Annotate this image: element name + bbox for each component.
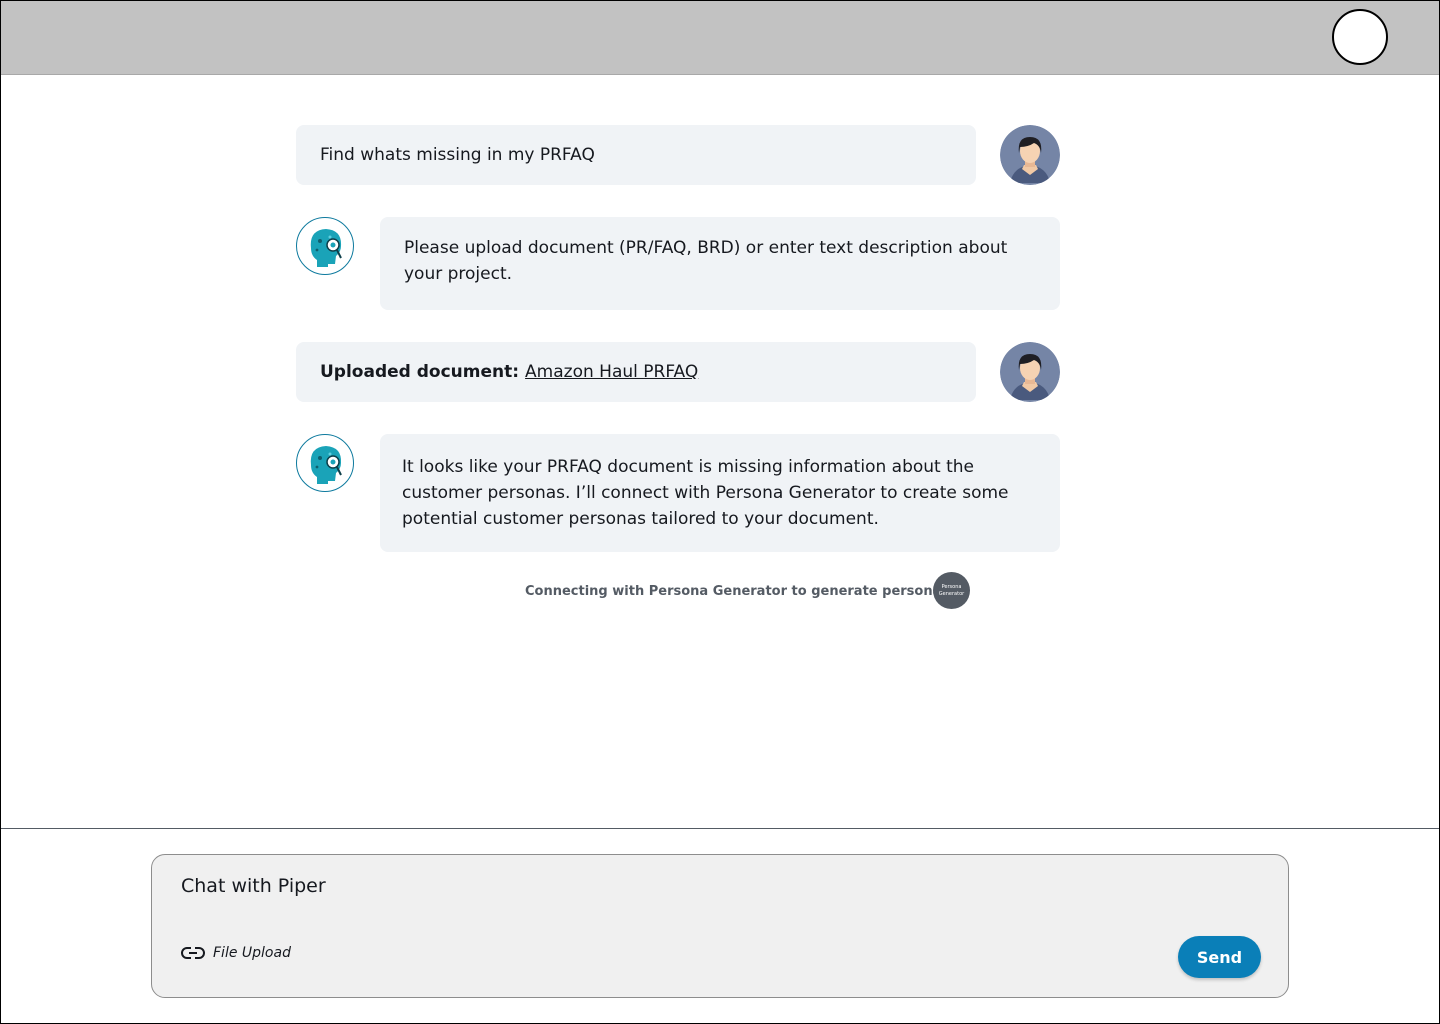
uploaded-document-label: Uploaded document: bbox=[320, 362, 520, 382]
document-link[interactable]: Amazon Haul PRFAQ bbox=[525, 359, 698, 385]
profile-circle-icon[interactable] bbox=[1332, 9, 1388, 65]
file-upload-label: File Upload bbox=[213, 945, 291, 961]
top-bar bbox=[1, 1, 1439, 75]
message-text: Please upload document (PR/FAQ, BRD) or … bbox=[404, 238, 1008, 284]
file-upload-button[interactable]: File Upload bbox=[181, 945, 291, 961]
chat-input[interactable]: Chat with Piper bbox=[181, 875, 326, 897]
user-message: Find whats missing in my PRFAQ bbox=[296, 125, 976, 185]
bot-message: Please upload document (PR/FAQ, BRD) or … bbox=[380, 217, 1060, 310]
persona-generator-badge: Persona Generator bbox=[933, 572, 970, 609]
badge-line-2: Generator bbox=[938, 590, 965, 597]
user-avatar bbox=[1000, 342, 1060, 402]
app-window: Find whats missing in my PRFAQ Please up… bbox=[0, 0, 1440, 1024]
bot-message: It looks like your PRFAQ document is mis… bbox=[380, 434, 1060, 552]
user-message: Uploaded document: Amazon Haul PRFAQ bbox=[296, 342, 976, 402]
composer-divider bbox=[1, 828, 1439, 829]
badge-line-1: Persona bbox=[941, 583, 962, 590]
message-text: It looks like your PRFAQ document is mis… bbox=[402, 457, 1009, 529]
link-icon bbox=[181, 946, 205, 960]
user-avatar bbox=[1000, 125, 1060, 185]
send-button[interactable]: Send bbox=[1178, 936, 1261, 978]
piper-avatar bbox=[296, 434, 354, 492]
connection-status: Connecting with Persona Generator to gen… bbox=[525, 572, 975, 610]
chat-composer[interactable]: Chat with Piper File Upload Send bbox=[151, 854, 1289, 998]
status-text: Connecting with Persona Generator to gen… bbox=[525, 583, 950, 599]
piper-avatar bbox=[296, 217, 354, 275]
message-text: Find whats missing in my PRFAQ bbox=[320, 145, 595, 165]
